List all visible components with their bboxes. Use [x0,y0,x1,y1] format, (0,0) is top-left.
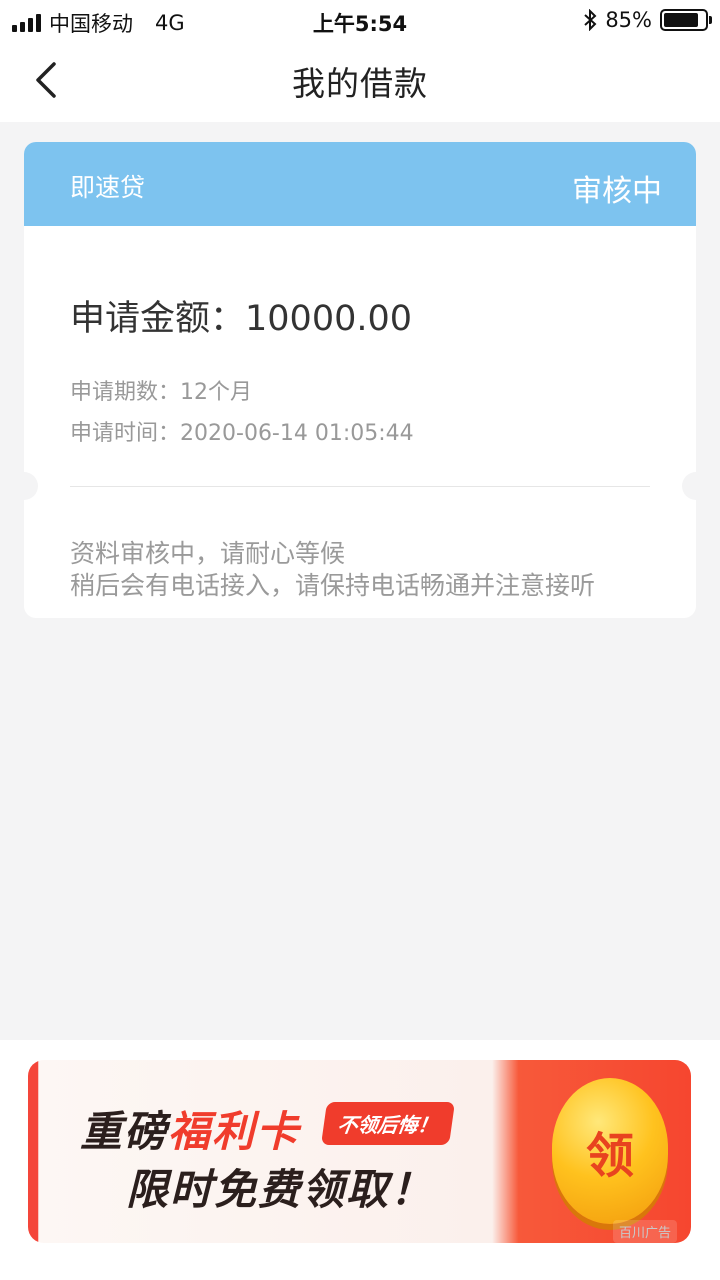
time-value: 2020-06-14 01:05:44 [180,421,414,446]
divider [70,486,650,487]
nav-bar: 我的借款 [0,40,720,122]
banner-subheadline: 限时免费领取！ [126,1165,435,1214]
term-value: 12个月 [180,380,253,405]
battery-icon [660,9,712,31]
battery-percent: 85% [605,8,652,32]
banner-headline-prefix: 重磅 [80,1107,169,1156]
promo-banner[interactable]: 重磅福利卡 不领后悔！ 限时免费领取！ 领 百川广告 [28,1060,691,1243]
card-header: 即速贷 审核中 [24,142,696,226]
amount-label: 申请金额： [70,299,246,339]
card-notch-left [24,472,38,500]
time-row: 申请时间：2020-06-14 01:05:44 [70,415,414,447]
bluetooth-icon [584,9,597,31]
banner-tag: 不领后悔！ [320,1102,456,1145]
term-label: 申请期数： [70,380,181,405]
time-label: 申请时间： [70,421,181,446]
loan-status-badge: 审核中 [572,174,662,209]
claim-button[interactable]: 领 [552,1078,668,1224]
amount-value: 10000.00 [245,299,413,339]
scallop-path [24,220,696,226]
chevron-left-icon [36,62,56,98]
card-notch-right [682,472,696,500]
ad-badge: 百川广告 [612,1220,677,1243]
amount-row: 申请金额：10000.00 [70,290,412,341]
battery-fill [664,13,698,27]
back-button[interactable] [26,60,66,100]
review-note-line1: 资料审核中，请耐心等候 [70,539,346,568]
status-right: 85% [583,8,712,32]
page-title: 我的借款 [292,64,428,103]
review-note-line2: 稍后会有电话接入，请保持电话畅通并注意接听 [70,571,596,600]
banner-headline-accent: 福利卡 [168,1107,301,1156]
bottom-ad-area: 重磅福利卡 不领后悔！ 限时免费领取！ 领 百川广告 [0,1040,720,1280]
loan-product-name: 即速贷 [70,173,146,202]
banner-headline: 重磅福利卡 [80,1098,300,1159]
status-bar: 中国移动 4G 上午5:54 85% [0,0,720,40]
loan-card[interactable]: 即速贷 审核中 申请金额：10000.00 申请期数：12个月 申请时间：202… [24,142,696,618]
scalloped-edge [24,220,696,226]
term-row: 申请期数：12个月 [70,374,252,406]
